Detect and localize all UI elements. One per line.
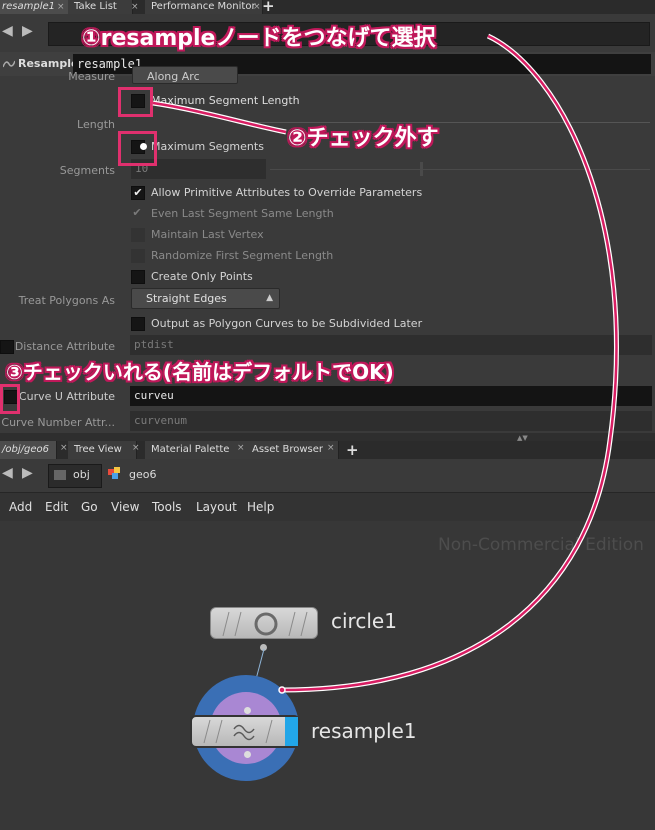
annotation-step3: ③チェックいれる(名前はデフォルトでOK) (6, 360, 394, 384)
annotation-step1: ①resampleノードをつなげて選択 (82, 26, 436, 51)
annotation-step2: ②チェック外す (288, 126, 439, 151)
